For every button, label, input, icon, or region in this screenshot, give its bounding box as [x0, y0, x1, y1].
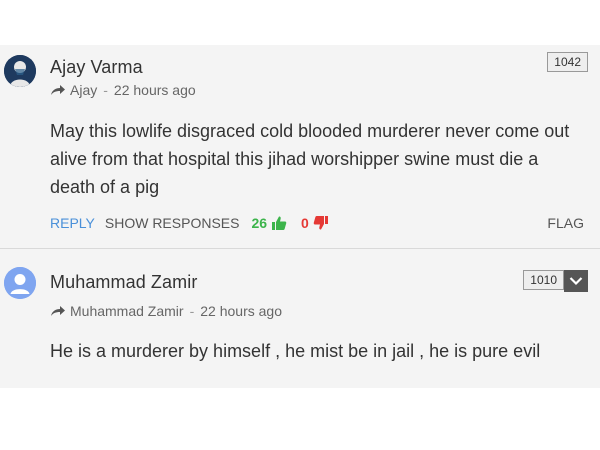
default-user-icon: [4, 267, 36, 299]
thumb-up-icon[interactable]: [271, 215, 287, 231]
meta-separator: -: [189, 303, 195, 319]
comment-actions: REPLY SHOW RESPONSES 26 0 FLAG: [50, 211, 584, 235]
thumb-down-icon[interactable]: [313, 215, 329, 231]
reply-button[interactable]: REPLY: [50, 215, 95, 231]
share-arrow-icon: [51, 306, 65, 316]
avatar[interactable]: [4, 267, 36, 299]
reply-to-name[interactable]: Muhammad Zamir: [70, 303, 184, 319]
comment-author[interactable]: Ajay Varma: [50, 57, 143, 78]
score-badge: 1042: [547, 52, 588, 72]
meta-separator: -: [103, 82, 108, 98]
show-responses-button[interactable]: SHOW RESPONSES: [105, 215, 240, 231]
user-avatar-icon: [4, 55, 36, 87]
score-badge: 1010: [523, 270, 564, 290]
comment-meta: Ajay - 22 hours ago: [50, 82, 196, 98]
comment-author[interactable]: Muhammad Zamir: [50, 272, 197, 293]
chevron-down-icon: [569, 277, 583, 286]
comment-text: He is a murderer by himself , he mist be…: [50, 341, 541, 361]
comment-item: Ajay Varma Ajay - 22 hours ago 1042 May …: [0, 45, 600, 249]
comment-meta: Muhammad Zamir - 22 hours ago: [50, 303, 282, 319]
comment-list: Ajay Varma Ajay - 22 hours ago 1042 May …: [0, 45, 600, 388]
comment-text: May this lowlife disgraced cold blooded …: [50, 121, 570, 197]
downvote-count: 0: [301, 215, 309, 231]
upvote-count: 26: [251, 215, 268, 231]
reply-to-name[interactable]: Ajay: [70, 82, 97, 98]
comment-timestamp: 22 hours ago: [200, 303, 282, 319]
flag-button[interactable]: FLAG: [547, 215, 584, 231]
collapse-button[interactable]: [564, 270, 588, 292]
share-arrow-icon: [51, 85, 65, 95]
comment-item: Muhammad Zamir Muhammad Zamir - 22 hours…: [0, 249, 600, 388]
comment-timestamp: 22 hours ago: [113, 82, 196, 98]
avatar[interactable]: [4, 55, 36, 87]
